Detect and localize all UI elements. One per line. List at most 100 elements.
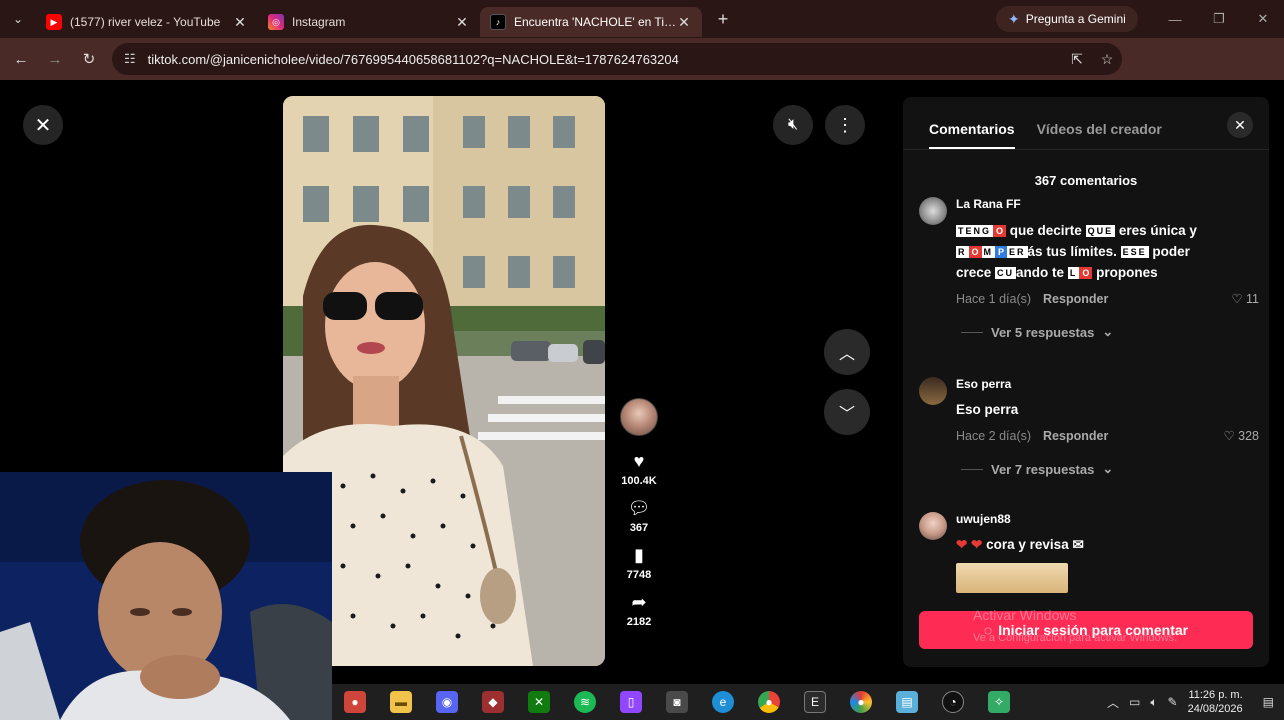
clock[interactable]: 11:26 p. m. 24/08/2026 <box>1188 688 1243 716</box>
tab-comments[interactable]: Comentarios <box>929 121 1015 149</box>
tab-creator-videos[interactable]: Vídeos del creador <box>1037 121 1162 149</box>
comment-text: Eso perra <box>956 402 1019 417</box>
previous-video-button[interactable]: ︿ <box>824 329 870 375</box>
comment-button[interactable]: 💬︎ 367 <box>628 497 651 534</box>
site-info-icon[interactable]: ☷ <box>124 51 136 67</box>
epic-games-icon[interactable]: E <box>804 691 826 713</box>
view-replies-label: Ver 5 respuestas <box>991 324 1095 340</box>
install-app-icon[interactable]: ⇱ <box>1062 51 1092 68</box>
notes-icon[interactable]: ▤ <box>896 691 918 713</box>
save-button[interactable]: ▮ 7748 <box>627 544 651 581</box>
edge-icon[interactable]: e <box>712 691 734 713</box>
chevron-down-icon: ⌄ <box>1102 461 1114 476</box>
save-count: 7748 <box>626 569 652 581</box>
tab-title: Encuentra 'NACHOLE' en TikTok <box>514 15 676 29</box>
tab-search-icon[interactable]: ⌄ <box>0 0 36 38</box>
comment-username[interactable]: Eso perra <box>956 377 1259 391</box>
chrome-icon[interactable]: ● <box>758 691 780 713</box>
more-options-icon[interactable]: ⋮ <box>825 105 865 145</box>
comment-icon: 💬︎ <box>627 498 651 518</box>
view-replies-button[interactable]: Ver 7 respuestas ⌄ <box>961 461 1259 477</box>
comment-count: 367 <box>629 522 649 534</box>
obs-icon[interactable]: ◔ <box>942 691 964 713</box>
comment-like-button[interactable]: ♡ 328 <box>1223 428 1259 443</box>
gemini-button[interactable]: ✦ Pregunta a Gemini <box>996 6 1138 32</box>
comment-text-body: cora y revisa <box>986 537 1069 552</box>
comment-time: Hace 2 día(s) <box>956 428 1032 443</box>
comments-panel: Comentarios Vídeos del creador ✕ 367 com… <box>903 97 1269 667</box>
tab-youtube[interactable]: ▶ (1577) river velez - YouTube ✕ <box>36 7 258 37</box>
twitch-icon[interactable]: ▯ <box>620 691 642 713</box>
address-bar[interactable]: ☷ tiktok.com/@janicenicholee/video/76769… <box>112 43 1122 75</box>
restore-icon[interactable]: ❐ <box>1198 0 1240 38</box>
creator-avatar[interactable] <box>620 398 658 436</box>
heart-emoji-icon: ❤ ❤ <box>956 537 983 552</box>
tab-title: Instagram <box>292 15 346 29</box>
minimize-icon[interactable]: — <box>1154 0 1196 38</box>
close-tab-icon[interactable]: ✕ <box>454 14 470 31</box>
close-tab-icon[interactable]: ✕ <box>676 14 692 31</box>
activate-windows-title: Activar Windows <box>973 607 1077 623</box>
close-panel-icon[interactable]: ✕ <box>1227 112 1253 138</box>
share-button[interactable]: ➦ 2182 <box>627 591 651 628</box>
comment-username[interactable]: uwujen88 <box>956 512 1259 526</box>
forward-icon[interactable]: → <box>38 42 72 76</box>
window-close-icon[interactable]: ✕ <box>1242 0 1284 38</box>
reply-button[interactable]: Responder <box>1043 292 1108 306</box>
like-button[interactable]: ♥ 100.4K <box>621 450 656 487</box>
new-tab-icon[interactable]: + <box>708 9 738 30</box>
comment-meta: Hace 1 día(s) Responder ♡ 11 <box>956 291 1259 307</box>
comment-like-button[interactable]: ♡ 11 <box>1231 291 1259 306</box>
envelope-emoji-icon: ✉ <box>1072 537 1084 552</box>
comment-time: Hace 1 día(s) <box>956 291 1032 306</box>
system-tray: ︿ ▭ 🔈︎ ✎ 11:26 p. m. 24/08/2026 ▤ <box>1107 684 1274 720</box>
like-count: 100.4K <box>621 475 657 487</box>
url-text[interactable]: tiktok.com/@janicenicholee/video/7676995… <box>148 52 1062 67</box>
share-count: 2182 <box>626 616 652 628</box>
xbox-icon[interactable]: ✕ <box>528 691 550 713</box>
comment-avatar[interactable] <box>919 197 947 225</box>
spotify-icon[interactable]: ≋ <box>574 691 596 713</box>
camera-icon[interactable]: ◙ <box>666 691 688 713</box>
pen-icon[interactable]: ✎ <box>1168 695 1178 709</box>
reload-icon[interactable]: ↻ <box>72 42 106 76</box>
bookmark-star-icon[interactable]: ☆ <box>1092 51 1122 68</box>
comment-avatar[interactable] <box>919 512 947 540</box>
comment-text: TENG O que decirte QUE eres única y ROMPE… <box>956 223 1197 280</box>
next-video-button[interactable]: ﹀ <box>824 389 870 435</box>
back-icon[interactable]: ← <box>4 42 38 76</box>
network-icon[interactable]: ▭ <box>1129 695 1140 709</box>
youtube-icon: ▶ <box>46 14 62 30</box>
file-explorer-icon[interactable]: ▬ <box>390 691 412 713</box>
browser-toolbar: ← → ↻ ☷ tiktok.com/@janicenicholee/video… <box>0 38 1284 106</box>
chevron-up-icon[interactable]: ︿ <box>1107 694 1119 711</box>
comment-username[interactable]: La Rana FF <box>956 197 1259 211</box>
close-video-icon[interactable]: ✕ <box>23 105 63 145</box>
view-replies-button[interactable]: Ver 5 respuestas ⌄ <box>961 324 1259 340</box>
comment-avatar[interactable] <box>919 377 947 405</box>
activate-windows-subtitle: Ve a Configuración para activar Windows. <box>973 632 1178 644</box>
heart-icon: ♥ <box>633 451 645 471</box>
comment-like-count: 11 <box>1246 292 1259 306</box>
comment-meta: Hace 2 día(s) Responder ♡ 328 <box>956 428 1259 444</box>
divider-line <box>961 331 983 333</box>
reply-button[interactable]: Responder <box>1043 429 1108 443</box>
comment-sticker-image[interactable] <box>956 563 1068 593</box>
color-app-icon[interactable]: ● <box>850 691 872 713</box>
game-icon[interactable]: ◆ <box>482 691 504 713</box>
volume-icon[interactable]: 🔈︎ <box>1150 695 1157 710</box>
comment-item: La Rana FF TENG O que decirte QUE eres ún… <box>919 197 1259 340</box>
comment-count-header: 367 comentarios <box>1034 173 1138 188</box>
tab-instagram[interactable]: ◎ Instagram ✕ <box>258 7 480 37</box>
tab-tiktok[interactable]: ♪ Encuentra 'NACHOLE' en TikTok ✕ <box>480 7 702 37</box>
gemini-icon: ✦ <box>1008 10 1020 27</box>
notifications-icon[interactable]: ▤ <box>1263 695 1274 709</box>
discord-icon[interactable]: ◉ <box>436 691 458 713</box>
close-tab-icon[interactable]: ✕ <box>232 14 248 31</box>
divider-line <box>961 468 983 470</box>
bookmark-icon: ▮ <box>634 545 644 565</box>
app-icon[interactable]: ● <box>344 691 366 713</box>
mute-icon[interactable]: 🔇︎ <box>773 105 813 145</box>
game-launcher-icon[interactable]: ✧ <box>988 691 1010 713</box>
tab-title: (1577) river velez - YouTube <box>70 15 221 29</box>
